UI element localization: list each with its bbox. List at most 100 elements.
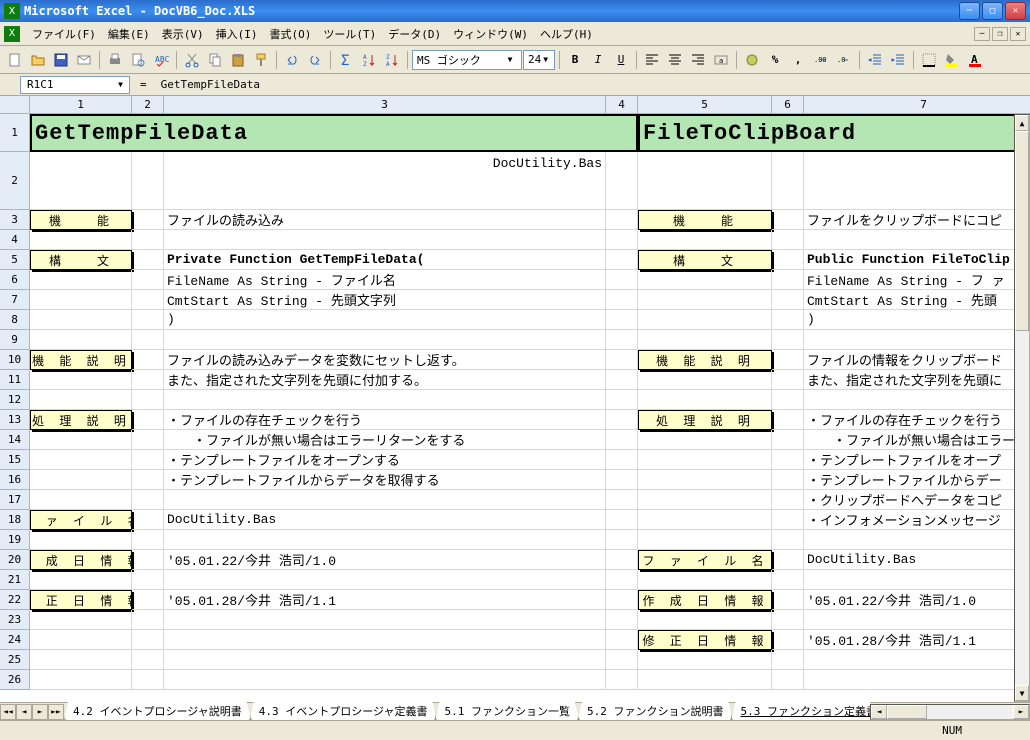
borders-button[interactable] [918,49,940,71]
row-header[interactable]: 17 [0,490,30,510]
cell[interactable] [132,152,164,210]
increase-decimal-button[interactable]: .00 [810,49,832,71]
cell[interactable]: '05.01.28/今井 浩司/1.1 [164,590,606,610]
cell[interactable] [772,470,804,490]
menu-window[interactable]: ウィンドウ(W) [447,23,534,45]
cell[interactable]: Private Function GetTempFileData( [164,250,606,270]
cell[interactable] [638,610,772,630]
decrease-indent-button[interactable] [864,49,886,71]
cell[interactable] [638,230,772,250]
cell[interactable]: 構 文 [638,250,772,270]
tab-last-button[interactable]: ►► [48,704,64,720]
cell[interactable] [30,490,132,510]
cell[interactable] [606,350,638,370]
cell[interactable] [772,490,804,510]
cell[interactable]: 機 能 [30,210,132,230]
column-header[interactable]: 3 [164,96,606,114]
cell[interactable] [638,490,772,510]
tab-first-button[interactable]: ◄◄ [0,704,16,720]
autosum-button[interactable]: Σ [335,49,357,71]
cell[interactable]: ・テンプレートファイルをオープ [804,450,1030,470]
cell[interactable] [772,210,804,230]
row-header[interactable]: 6 [0,270,30,290]
cell[interactable] [30,230,132,250]
cell[interactable] [30,270,132,290]
cell[interactable] [638,650,772,670]
select-all-corner[interactable] [0,96,30,114]
cell[interactable]: '05.01.22/今井 浩司/1.0 [804,590,1030,610]
cell[interactable] [804,570,1030,590]
cell[interactable] [30,152,132,210]
cell[interactable]: ・テンプレートファイルをオープンする [164,450,606,470]
cell[interactable] [132,450,164,470]
row-header[interactable]: 4 [0,230,30,250]
sheet-tab[interactable]: 5.3 ファンクション定義書 [731,702,870,720]
cell[interactable] [30,630,132,650]
row-header[interactable]: 10 [0,350,30,370]
cell[interactable] [30,450,132,470]
cell[interactable]: ) [164,310,606,330]
cell[interactable] [132,370,164,390]
cell[interactable] [132,550,164,570]
cell[interactable] [804,390,1030,410]
cell[interactable] [772,250,804,270]
sheet-tab[interactable]: 4.3 イベントプロシージャ定義書 [250,702,437,720]
cell[interactable] [132,610,164,630]
column-header[interactable]: 7 [804,96,1030,114]
cell[interactable] [164,230,606,250]
cell[interactable] [132,350,164,370]
undo-button[interactable] [281,49,303,71]
cell[interactable]: GetTempFileData [30,114,638,152]
cell[interactable] [164,330,606,350]
cell[interactable]: ・ファイルが無い場合はエラー [804,430,1030,450]
column-header[interactable]: 1 [30,96,132,114]
menu-data[interactable]: データ(D) [382,23,447,45]
cell[interactable]: 作 成 日 情 報 [30,550,132,570]
cell[interactable] [132,670,164,690]
cell[interactable] [606,250,638,270]
align-center-button[interactable] [664,49,686,71]
cell[interactable] [606,550,638,570]
sort-asc-button[interactable]: AZ [358,49,380,71]
cell[interactable]: また、指定された文字列を先頭に [804,370,1030,390]
cell[interactable] [30,670,132,690]
menu-insert[interactable]: 挿入(I) [210,23,264,45]
row-header[interactable]: 12 [0,390,30,410]
cell[interactable]: また、指定された文字列を先頭に付加する。 [164,370,606,390]
cell[interactable] [606,410,638,430]
cell[interactable] [606,590,638,610]
row-header[interactable]: 19 [0,530,30,550]
column-header[interactable]: 6 [772,96,804,114]
column-header[interactable]: 4 [606,96,638,114]
cell[interactable] [30,330,132,350]
menu-format[interactable]: 書式(O) [264,23,318,45]
cell[interactable] [164,650,606,670]
cell[interactable]: ・テンプレートファイルからデー [804,470,1030,490]
cell[interactable] [638,670,772,690]
cells-container[interactable]: GetTempFileDataFileToClipBoardDocUtility… [30,114,1030,690]
cell[interactable]: '05.01.28/今井 浩司/1.1 [804,630,1030,650]
scroll-down-button[interactable]: ▼ [1015,685,1029,701]
vertical-scrollbar[interactable]: ▲ ▼ [1014,114,1030,702]
print-preview-button[interactable] [127,49,149,71]
cell[interactable]: Public Function FileToClip [804,250,1030,270]
cell[interactable] [606,490,638,510]
cell[interactable] [772,230,804,250]
copy-button[interactable] [204,49,226,71]
row-header[interactable]: 11 [0,370,30,390]
cell[interactable] [638,290,772,310]
cell[interactable] [606,370,638,390]
row-header[interactable]: 8 [0,310,30,330]
currency-button[interactable] [741,49,763,71]
cell[interactable]: 機 能 説 明 [638,350,772,370]
cell[interactable] [164,570,606,590]
row-header[interactable]: 9 [0,330,30,350]
cell[interactable] [132,470,164,490]
cell[interactable] [606,670,638,690]
cell[interactable] [606,650,638,670]
cell[interactable] [638,330,772,350]
scroll-up-button[interactable]: ▲ [1015,115,1029,131]
cell[interactable] [606,450,638,470]
cell[interactable] [30,570,132,590]
scroll-left-button[interactable]: ◄ [871,705,887,719]
